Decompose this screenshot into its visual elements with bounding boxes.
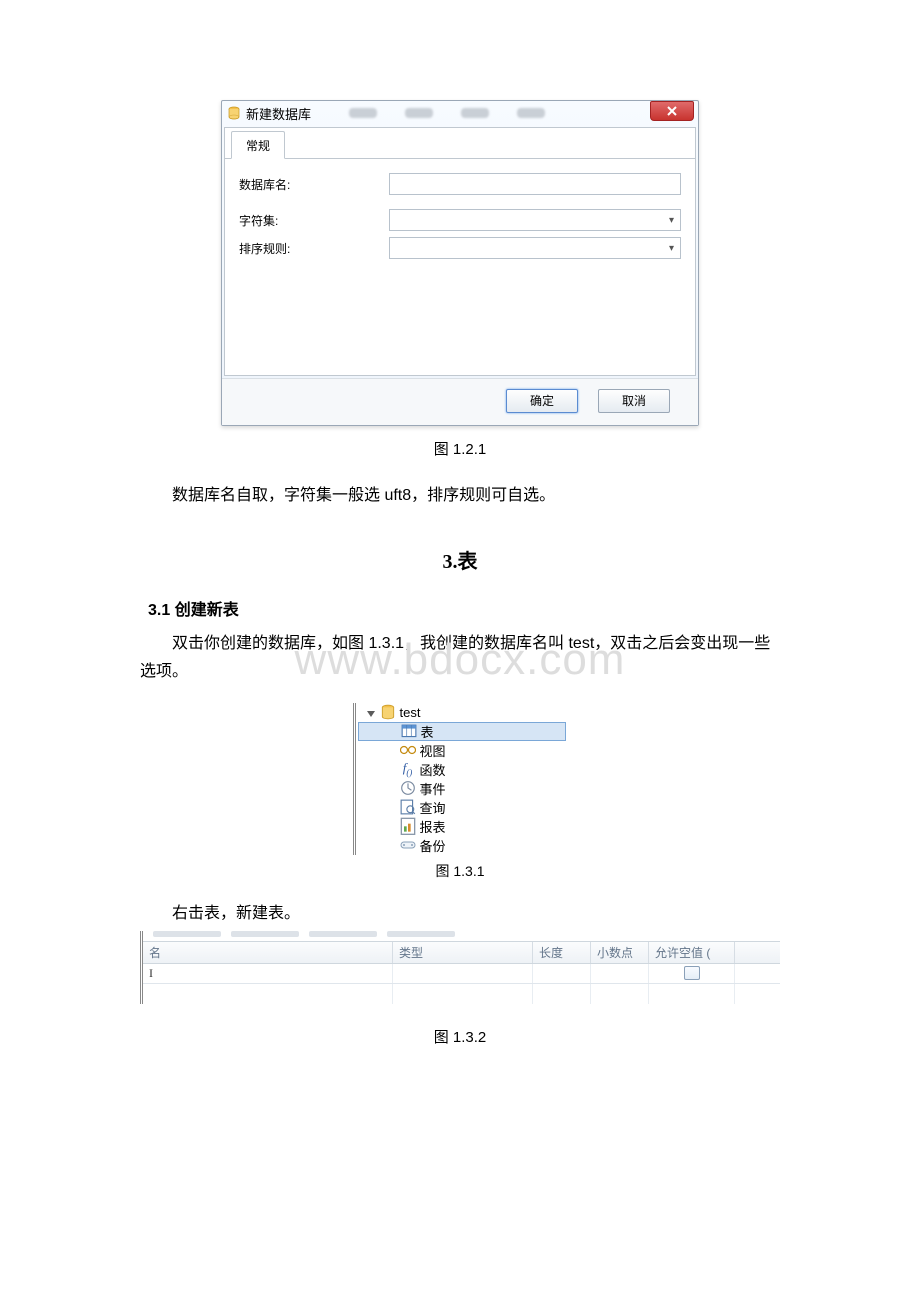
figure-caption-1-3-2: 图 1.3.2	[140, 1026, 780, 1047]
cell-empty[interactable]	[533, 984, 591, 1004]
col-header-decimal[interactable]: 小数点	[591, 942, 649, 963]
tree-item-function[interactable]: f() 函数	[356, 760, 568, 779]
cell-nullable[interactable]	[649, 964, 735, 983]
cell-type[interactable]	[393, 964, 533, 983]
tree-item-label: 报表	[420, 817, 446, 836]
nullable-checkbox[interactable]	[684, 966, 700, 980]
new-database-dialog: 新建数据库 常规 数据库名: 字符集:	[221, 100, 699, 426]
col-header-nullable[interactable]: 允许空值 (	[649, 942, 735, 963]
tree-item-label: 事件	[420, 779, 446, 798]
designer-grid-row[interactable]	[143, 984, 780, 1004]
tab-row: 常规	[225, 128, 695, 159]
dialog-body: 常规 数据库名: 字符集: 排序规则:	[224, 127, 696, 376]
tree-item-event[interactable]: 事件	[356, 779, 568, 798]
figure-1-3-2: 名 类型 长度 小数点 允许空值 ( I	[140, 931, 780, 1004]
tree-item-query[interactable]: 查询	[356, 798, 568, 817]
tab-general[interactable]: 常规	[231, 131, 285, 159]
dialog-titlebar: 新建数据库	[222, 101, 698, 125]
cell-decimal[interactable]	[591, 964, 649, 983]
blurred-item	[349, 108, 377, 118]
figure-caption-1-2-1: 图 1.2.1	[140, 438, 780, 459]
blurred-toolbar	[349, 108, 545, 118]
figure-1-2-1: 新建数据库 常规 数据库名: 字符集:	[221, 100, 699, 426]
figure-1-3-1: test 表 视图 f() 函数 事件 查询 报表	[353, 703, 568, 855]
cell-empty[interactable]	[143, 984, 393, 1004]
charset-combo[interactable]	[389, 209, 681, 231]
blurred-item	[461, 108, 489, 118]
label-database-name: 数据库名:	[239, 176, 389, 193]
figure-caption-1-3-1: 图 1.3.1	[140, 861, 780, 881]
dialog-button-row: 确定 取消	[222, 378, 698, 425]
tree-item-view[interactable]: 视图	[356, 741, 568, 760]
cell-name[interactable]: I	[143, 964, 393, 983]
blurred-item	[405, 108, 433, 118]
table-icon	[401, 724, 417, 738]
disclosure-triangle-icon[interactable]	[366, 707, 376, 717]
function-icon: f()	[400, 762, 416, 776]
designer-grid-row[interactable]: I	[143, 964, 780, 984]
tree-item-table[interactable]: 表	[358, 722, 566, 741]
watermark-text: www.bdocx.com	[295, 635, 626, 685]
cell-empty[interactable]	[393, 984, 533, 1004]
blurred-item	[517, 108, 545, 118]
view-icon	[400, 743, 416, 757]
designer-grid-header: 名 类型 长度 小数点 允许空值 (	[143, 941, 780, 964]
tree-root-test[interactable]: test	[356, 703, 568, 722]
paragraph-db-hint: 数据库名自取，字符集一般选 uft8，排序规则可自选。	[140, 485, 780, 507]
close-icon	[665, 104, 679, 118]
designer-toolbar-blur	[143, 931, 780, 941]
label-charset: 字符集:	[239, 212, 389, 229]
tree-item-report[interactable]: 报表	[356, 817, 568, 836]
close-button[interactable]	[650, 101, 694, 121]
tree-item-label: 视图	[420, 741, 446, 760]
report-icon	[400, 819, 416, 833]
database-icon	[380, 705, 396, 719]
section-3-title: 3.表	[140, 545, 780, 574]
label-collation: 排序规则:	[239, 240, 389, 257]
query-icon	[400, 800, 416, 814]
col-header-length[interactable]: 长度	[533, 942, 591, 963]
text-cursor-icon: I	[149, 966, 153, 981]
event-icon	[400, 781, 416, 795]
dialog-title: 新建数据库	[246, 104, 311, 123]
subsection-3-1-title: 3.1 创建新表	[140, 596, 780, 620]
cell-empty[interactable]	[649, 984, 735, 1004]
collation-combo[interactable]	[389, 237, 681, 259]
tree-item-label: 表	[421, 722, 434, 741]
tree-item-backup[interactable]: 备份	[356, 836, 568, 855]
col-header-type[interactable]: 类型	[393, 942, 533, 963]
backup-icon	[400, 838, 416, 852]
ok-button[interactable]: 确定	[506, 389, 578, 413]
col-header-name[interactable]: 名	[143, 942, 393, 963]
database-name-input[interactable]	[389, 173, 681, 195]
paragraph-right-click-table: 右击表，新建表。	[140, 899, 780, 923]
cancel-button[interactable]: 取消	[598, 389, 670, 413]
tree-item-label: 查询	[420, 798, 446, 817]
tree-item-label: 备份	[420, 836, 446, 855]
cell-length[interactable]	[533, 964, 591, 983]
cell-empty[interactable]	[591, 984, 649, 1004]
tree-item-label: 函数	[420, 760, 446, 779]
tree-root-label: test	[400, 705, 421, 720]
database-icon	[228, 106, 240, 120]
